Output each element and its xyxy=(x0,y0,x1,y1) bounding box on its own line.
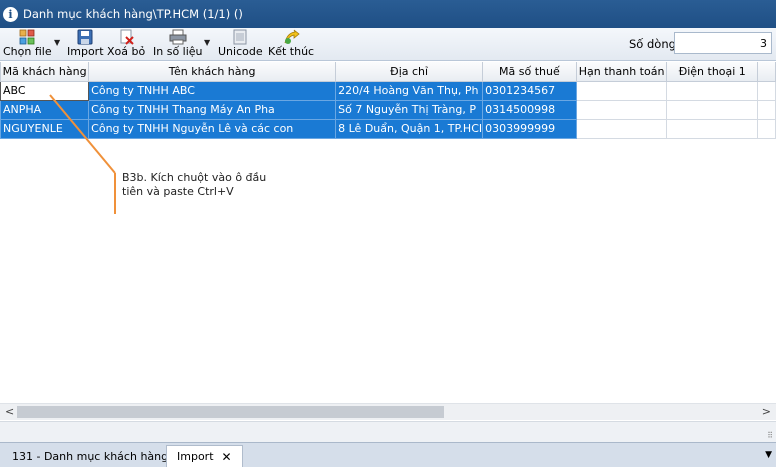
annotation-line-1: B3b. Kích chuột vào ô đầu xyxy=(122,171,267,184)
exit-icon xyxy=(284,29,300,44)
annotation-text: B3b. Kích chuột vào ô đầu tiên và paste … xyxy=(122,171,266,199)
data-grid: Mã khách hàng Tên khách hàng Địa chỉ Mã … xyxy=(0,62,776,402)
tab-menu-dropdown-icon[interactable]: ▼ xyxy=(765,450,772,460)
choose-file-icon xyxy=(19,29,35,45)
info-icon: i xyxy=(3,6,18,22)
unicode-icon xyxy=(233,29,247,45)
printer-icon xyxy=(169,29,187,45)
rows-count-input[interactable] xyxy=(674,32,772,54)
unicode-button[interactable]: Unicode xyxy=(218,28,263,61)
save-icon xyxy=(77,29,93,45)
annotation-callout-line xyxy=(49,94,116,214)
choose-file-dropdown-arrow[interactable]: ▼ xyxy=(54,38,60,47)
tab-bar: 131 - Danh mục khách hàng Import ✕ ▼ xyxy=(0,442,776,467)
import-button[interactable]: Import xyxy=(67,28,104,61)
tab-label: Import xyxy=(177,450,214,463)
delete-button[interactable]: Xoá bỏ xyxy=(107,28,145,61)
delete-icon xyxy=(120,29,134,45)
title-bar: i Danh mục khách hàng\TP.HCM (1/1) () xyxy=(0,0,776,28)
scroll-right-icon[interactable]: > xyxy=(762,405,771,418)
horizontal-scrollbar[interactable]: < > xyxy=(0,403,776,420)
status-strip: ⠿ xyxy=(0,421,776,442)
tab-customer-list[interactable]: 131 - Danh mục khách hàng xyxy=(2,445,178,467)
tab-label: 131 - Danh mục khách hàng xyxy=(12,449,169,463)
toolbar: Chọn file ▼ Import Xoá bỏ In số liệu ▼ U… xyxy=(0,28,776,61)
print-button[interactable]: In số liệu xyxy=(153,28,203,61)
scrollbar-thumb[interactable] xyxy=(17,406,444,418)
resize-grip-icon[interactable]: ⠿ xyxy=(767,431,773,440)
choose-file-button[interactable]: Chọn file xyxy=(3,28,52,61)
annotation-line-2: tiên và paste Ctrl+V xyxy=(122,185,234,198)
window-title: Danh mục khách hàng\TP.HCM (1/1) () xyxy=(23,7,243,21)
scroll-left-icon[interactable]: < xyxy=(5,405,14,418)
rows-label: Số dòng xyxy=(629,37,676,51)
tab-import[interactable]: Import ✕ xyxy=(166,445,243,467)
close-icon[interactable]: ✕ xyxy=(222,450,232,464)
print-dropdown-arrow[interactable]: ▼ xyxy=(204,38,210,47)
exit-button[interactable]: Kết thúc xyxy=(268,28,314,61)
